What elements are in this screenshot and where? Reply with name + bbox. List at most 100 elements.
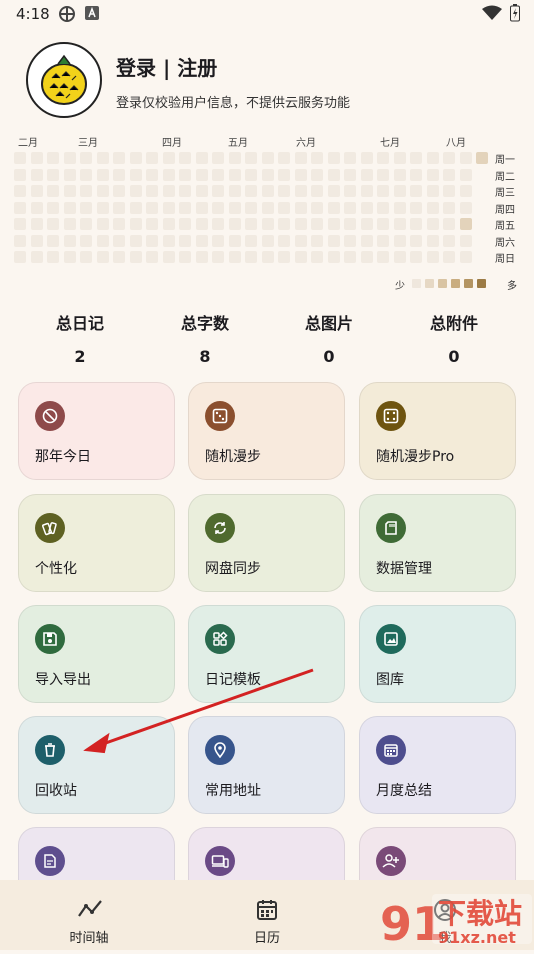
nav-label: 时间轴 (69, 931, 109, 946)
heatmap-day-cell (294, 201, 307, 214)
heatmap-day-cell (14, 185, 26, 197)
heatmap-day-cell (47, 201, 59, 214)
watermark-domain: 91xz.net (438, 928, 516, 947)
heatmap-day-cell (294, 168, 307, 181)
heatmap-day-cell (344, 152, 356, 164)
card-data-management[interactable]: 数据管理 (359, 494, 516, 592)
heatmap-day-cell (179, 185, 191, 197)
avatar[interactable] (26, 42, 102, 118)
heatmap-legend-swatch (451, 279, 460, 288)
heatmap-day-cell (476, 152, 488, 164)
heatmap-day-cell (212, 152, 224, 164)
card-on-this-day[interactable]: 那年今日 (18, 382, 175, 480)
card-diary-template[interactable]: 日记模板 (188, 605, 345, 703)
card-monthly-summary[interactable]: 月度总结 (359, 716, 516, 814)
heatmap-month-label: 七月 (380, 138, 400, 149)
heatmap-day-cell (179, 234, 191, 247)
heatmap-day-cell (96, 234, 109, 247)
heatmap-day-cell (195, 168, 208, 181)
heatmap-day-cell (426, 251, 439, 263)
stat-total-images: 总图片 0 (279, 310, 379, 366)
heatmap-day-cell (179, 168, 191, 181)
heatmap-day-cell (129, 185, 142, 197)
stat-value: 2 (74, 347, 86, 366)
heatmap-day-cell (344, 168, 356, 181)
heatmap-day-cell (360, 218, 373, 230)
heatmap-day-cell (113, 152, 125, 164)
heatmap-day-cell (146, 234, 158, 247)
heatmap-day-cell (146, 201, 158, 214)
heatmap-day-cell (245, 251, 257, 263)
heatmap-day-cell (278, 251, 290, 263)
card-label: 月度总结 (376, 783, 432, 799)
app-notification-icon (58, 5, 76, 27)
heatmap-day-cell (113, 201, 125, 214)
heatmap-day-cell (377, 185, 389, 197)
heatmap-day-cell (195, 251, 208, 263)
login-register-link[interactable]: 登录 | 注册 (116, 52, 217, 81)
heatmap-day-cell (228, 234, 241, 247)
card-frequent-addresses[interactable]: 常用地址 (188, 716, 345, 814)
heatmap-day-cell (393, 201, 406, 214)
stat-total-diaries: 总日记 2 (30, 310, 130, 366)
heatmap-day-cell (228, 201, 241, 214)
heatmap-day-cell (443, 218, 455, 230)
card-recycle-bin[interactable]: 回收站 (18, 716, 175, 814)
heatmap-weekday-label: 周日 (495, 254, 515, 265)
heatmap-day-cell (311, 251, 323, 263)
heatmap-day-cell (311, 201, 323, 214)
trash-icon (35, 735, 65, 765)
card-personalize[interactable]: 个性化 (18, 494, 175, 592)
nav-calendar[interactable]: 日历 (207, 880, 327, 950)
heatmap-day-cell (47, 185, 59, 197)
heatmap-day-cell (393, 185, 406, 197)
heatmap-day-cell (393, 218, 406, 230)
heatmap-day-cell (80, 201, 92, 214)
heatmap-day-cell (443, 251, 455, 263)
document-icon (35, 846, 65, 876)
card-label: 网盘同步 (205, 561, 261, 577)
heatmap-day-cell (294, 251, 307, 263)
card-random-walk[interactable]: 随机漫步 (188, 382, 345, 480)
heatmap-day-cell (113, 234, 125, 247)
card-gallery[interactable]: 图库 (359, 605, 516, 703)
heatmap-day-cell (459, 185, 472, 197)
heatmap-day-cell (47, 152, 59, 164)
heatmap-day-cell (261, 201, 274, 214)
heatmap-day-cell (212, 185, 224, 197)
heatmap-day-cell (410, 152, 422, 164)
heatmap-day-cell (410, 201, 422, 214)
dice-icon (205, 401, 235, 431)
heatmap-day-cell (410, 168, 422, 181)
heatmap-legend-swatch (477, 279, 486, 288)
heatmap-day-cell (410, 234, 422, 247)
card-label: 随机漫步Pro (376, 449, 455, 465)
calendar-icon (255, 898, 279, 926)
stat-label: 总图片 (304, 314, 353, 333)
heatmap-day-cell (195, 201, 208, 214)
heatmap-day-cell (393, 251, 406, 263)
heatmap-legend-more: 多 (507, 281, 517, 292)
card-random-walk-pro[interactable]: 随机漫步Pro (359, 382, 516, 480)
heatmap-day-cell (80, 152, 92, 164)
heatmap-day-cell (377, 201, 389, 214)
heatmap-day-cell (344, 185, 356, 197)
heatmap-day-cell (179, 201, 191, 214)
heatmap-day-cell (228, 251, 241, 263)
heatmap-day-cell (393, 234, 406, 247)
heatmap-weekday-label: 周二 (495, 171, 515, 183)
durian-icon (41, 54, 87, 105)
card-import-export[interactable]: 导入导出 (18, 605, 175, 703)
heatmap-day-cell (162, 168, 175, 181)
heatmap-day-cell (228, 168, 241, 181)
card-cloud-sync[interactable]: 网盘同步 (188, 494, 345, 592)
card-label: 导入导出 (35, 672, 91, 688)
heatmap-day-cell (63, 201, 76, 214)
heatmap-day-cell (344, 201, 356, 214)
heatmap-day-cell (80, 251, 92, 263)
nav-timeline[interactable]: 时间轴 (29, 880, 149, 950)
heatmap-day-cell (294, 185, 307, 197)
heatmap-legend-swatch (412, 279, 421, 288)
heatmap-day-cell (426, 185, 439, 197)
heatmap-day-cell (113, 168, 125, 181)
